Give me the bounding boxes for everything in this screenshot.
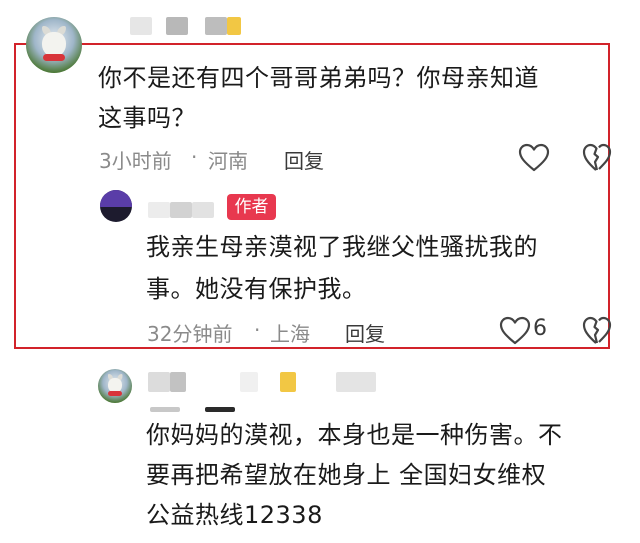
comment-text-line: 公益热线12338 bbox=[146, 501, 323, 529]
username-redacted bbox=[148, 202, 170, 218]
username-redacted bbox=[227, 17, 241, 35]
username-redacted bbox=[170, 372, 186, 392]
comment-time: 32分钟前 bbox=[147, 322, 233, 346]
user-avatar[interactable] bbox=[98, 369, 132, 403]
username-redacted bbox=[205, 407, 235, 412]
username-redacted bbox=[150, 407, 180, 412]
username-redacted bbox=[148, 372, 170, 392]
comment-text-line: 我亲生母亲漠视了我继父性骚扰我的 bbox=[146, 233, 538, 261]
username-redacted bbox=[280, 372, 296, 392]
author-badge: 作者 bbox=[227, 194, 276, 220]
username-redacted bbox=[192, 202, 214, 218]
heart-outline-icon[interactable] bbox=[518, 143, 550, 173]
reply-button[interactable]: 回复 bbox=[284, 145, 324, 174]
username-redacted bbox=[205, 17, 227, 35]
reply-button[interactable]: 回复 bbox=[345, 318, 385, 347]
author-avatar[interactable] bbox=[100, 190, 132, 222]
comment-location: 上海 bbox=[270, 322, 310, 346]
meta-separator: · bbox=[191, 145, 198, 169]
comment-location: 河南 bbox=[208, 149, 248, 173]
comment-text-line: 你不是还有四个哥哥弟弟吗？你母亲知道 bbox=[98, 64, 539, 92]
comment-text-line: 事。她没有保护我。 bbox=[146, 275, 367, 303]
username-redacted bbox=[170, 202, 192, 218]
comment-time: 3小时前 bbox=[99, 149, 172, 173]
heart-outline-icon[interactable] bbox=[499, 316, 531, 346]
broken-heart-icon[interactable] bbox=[582, 316, 612, 346]
username-redacted bbox=[166, 17, 188, 35]
username-redacted bbox=[240, 372, 258, 392]
meta-separator: · bbox=[254, 318, 261, 342]
like-count: 6 bbox=[533, 316, 547, 341]
comment-text-line: 这事吗？ bbox=[98, 104, 196, 132]
broken-heart-icon[interactable] bbox=[582, 143, 612, 173]
comment-text-line: 你妈妈的漠视，本身也是一种伤害。不 bbox=[146, 421, 563, 449]
username-redacted bbox=[336, 372, 376, 392]
comment-text-line: 要再把希望放在她身上 全国妇女维权 bbox=[146, 461, 547, 489]
user-avatar[interactable] bbox=[26, 17, 82, 73]
username-redacted bbox=[130, 17, 152, 35]
